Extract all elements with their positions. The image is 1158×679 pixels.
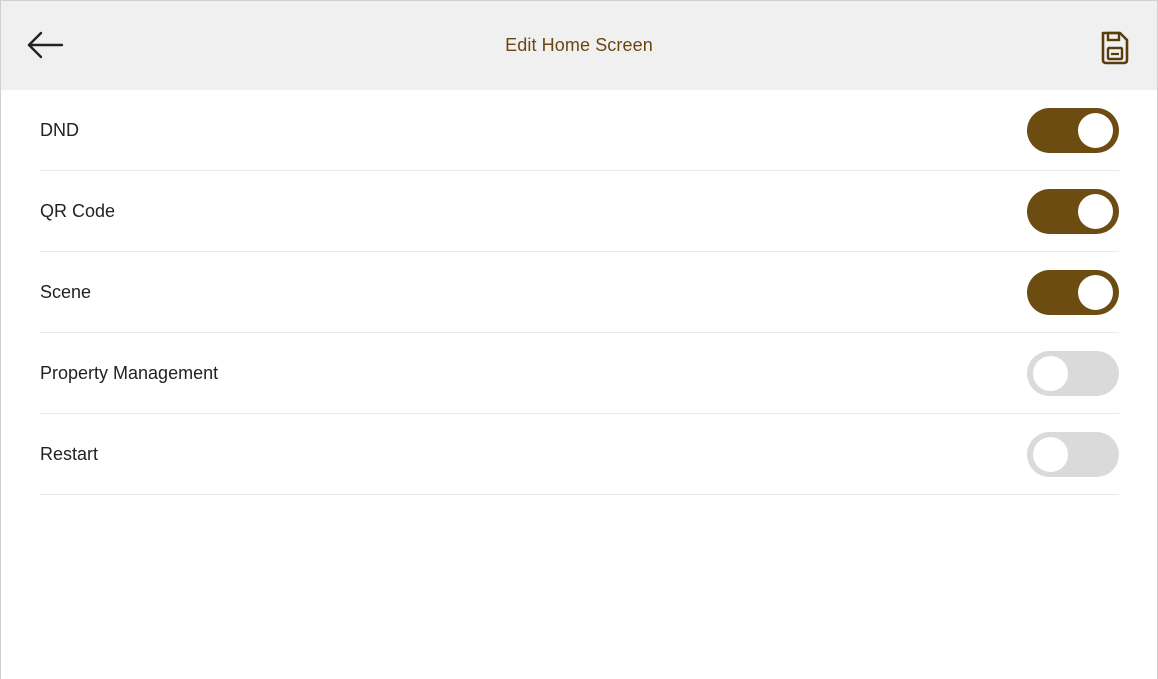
arrow-left-icon — [27, 31, 64, 59]
toggle-knob — [1033, 355, 1068, 391]
header-bar: Edit Home Screen — [1, 1, 1157, 90]
setting-row-qr-code: QR Code — [40, 171, 1119, 252]
setting-row-restart: Restart — [40, 414, 1119, 495]
setting-label: DND — [40, 119, 79, 140]
dnd-toggle[interactable] — [1027, 107, 1119, 153]
toggle-knob — [1078, 112, 1113, 148]
qr-code-toggle[interactable] — [1027, 188, 1119, 234]
setting-row-dnd: DND — [40, 90, 1119, 171]
toggle-knob — [1078, 274, 1113, 310]
setting-label: QR Code — [40, 200, 116, 221]
edit-home-screen: Edit Home Screen DND QR Code Scene Prope… — [0, 0, 1158, 679]
setting-label: Property Management — [40, 362, 219, 383]
scene-toggle[interactable] — [1027, 269, 1119, 315]
setting-label: Scene — [40, 281, 92, 302]
property-management-toggle[interactable] — [1027, 350, 1119, 396]
floppy-disk-icon — [1101, 31, 1129, 65]
save-button[interactable] — [1095, 28, 1135, 68]
setting-label: Restart — [40, 443, 99, 464]
setting-row-property-management: Property Management — [40, 333, 1119, 414]
toggle-knob — [1033, 436, 1068, 472]
toggle-knob — [1078, 193, 1113, 229]
restart-toggle[interactable] — [1027, 431, 1119, 477]
settings-list: DND QR Code Scene Property Management Re… — [40, 90, 1119, 495]
setting-row-scene: Scene — [40, 252, 1119, 333]
back-button[interactable] — [23, 25, 67, 65]
page-title: Edit Home Screen — [505, 35, 653, 55]
